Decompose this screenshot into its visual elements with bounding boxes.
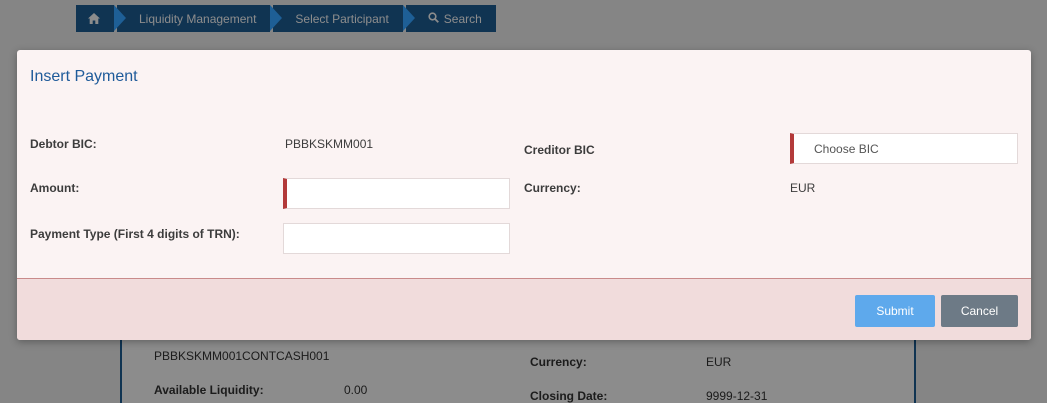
debtor-bic-label: Debtor BIC: (30, 137, 97, 151)
amount-label: Amount: (30, 181, 80, 195)
dialog-footer: Submit Cancel (17, 278, 1031, 340)
payment-type-label: Payment Type (First 4 digits of TRN): (30, 227, 240, 241)
cancel-button[interactable]: Cancel (941, 295, 1018, 327)
creditor-bic-label: Creditor BIC (524, 143, 595, 157)
amount-input[interactable] (283, 178, 510, 209)
debtor-bic-value: PBBKSKMM001 (285, 137, 374, 151)
dialog-title: Insert Payment (30, 68, 138, 85)
currency-value: EUR (790, 181, 816, 195)
insert-payment-dialog: Insert Payment Debtor BIC: PBBKSKMM001 C… (17, 50, 1031, 340)
creditor-bic-chooser[interactable]: Choose BIC (790, 133, 1018, 164)
currency-label: Currency: (524, 181, 581, 195)
payment-type-input[interactable] (283, 223, 510, 254)
submit-button[interactable]: Submit (855, 295, 935, 327)
creditor-bic-placeholder: Choose BIC (814, 141, 879, 156)
